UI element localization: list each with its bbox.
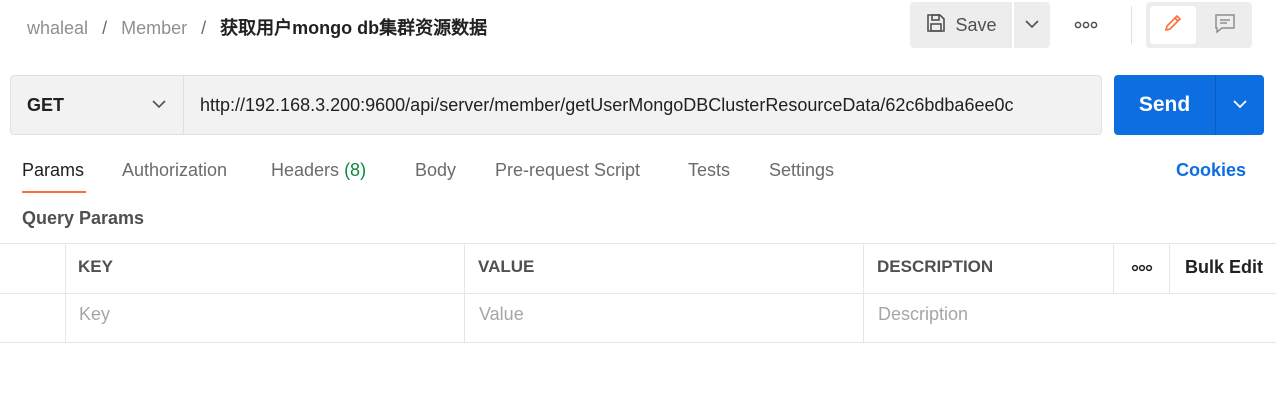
pencil-icon <box>1162 12 1184 39</box>
column-options-button[interactable] <box>1128 258 1156 278</box>
tab-body[interactable]: Body <box>415 160 456 181</box>
value-input[interactable]: Value <box>479 304 524 325</box>
bulk-edit-button[interactable]: Bulk Edit <box>1185 257 1263 278</box>
send-button[interactable]: Send <box>1114 75 1215 135</box>
breadcrumb-separator: / <box>201 18 207 38</box>
request-bar: GET http://192.168.3.200:9600/api/server… <box>10 75 1102 135</box>
column-divider <box>464 243 465 343</box>
save-icon <box>925 12 947 39</box>
description-input[interactable]: Description <box>878 304 968 325</box>
chevron-down-icon <box>151 96 167 114</box>
toolbar-divider <box>1131 6 1132 44</box>
save-label: Save <box>955 14 997 35</box>
table-row-border <box>0 342 1276 343</box>
column-header-value: VALUE <box>478 257 535 276</box>
request-name[interactable]: 获取用户mongo db集群资源数据 <box>220 18 487 38</box>
more-horizontal-icon <box>1131 259 1153 277</box>
query-params-title: Query Params <box>22 208 145 228</box>
column-header-key: KEY <box>78 257 113 276</box>
column-divider <box>1169 243 1170 293</box>
chevron-down-icon <box>1025 16 1039 34</box>
save-options-button[interactable] <box>1014 2 1050 48</box>
cookies-link[interactable]: Cookies <box>1176 160 1246 181</box>
more-actions-button[interactable] <box>1066 10 1106 40</box>
tab-headers[interactable]: Headers (8) <box>271 160 366 181</box>
column-divider <box>65 243 66 343</box>
comment-icon <box>1213 12 1237 39</box>
table-header-border <box>0 293 1276 294</box>
edit-mode-button[interactable] <box>1150 6 1196 44</box>
method-select[interactable]: GET <box>11 76 183 134</box>
comment-mode-button[interactable] <box>1202 6 1248 44</box>
send-group: Send <box>1114 75 1264 135</box>
breadcrumb-workspace[interactable]: whaleal <box>27 18 88 38</box>
method-label: GET <box>27 95 65 115</box>
send-options-button[interactable] <box>1216 75 1264 135</box>
column-divider <box>1113 243 1114 293</box>
method-divider <box>183 76 184 134</box>
view-mode-toggle <box>1146 2 1252 48</box>
table-top-border <box>0 243 1276 244</box>
tab-pre-request-script[interactable]: Pre-request Script <box>495 160 640 181</box>
headers-count: (8) <box>344 160 367 180</box>
save-group: Save <box>910 2 1050 48</box>
tab-headers-label: Headers <box>271 160 340 180</box>
tab-authorization[interactable]: Authorization <box>122 160 227 181</box>
breadcrumb-collection[interactable]: Member <box>121 18 187 38</box>
key-input[interactable]: Key <box>79 304 110 325</box>
tab-settings[interactable]: Settings <box>769 160 834 181</box>
save-button[interactable]: Save <box>910 2 1012 48</box>
column-header-description: DESCRIPTION <box>877 257 994 276</box>
more-horizontal-icon <box>1074 16 1098 34</box>
url-input[interactable]: http://192.168.3.200:9600/api/server/mem… <box>200 95 1088 116</box>
active-tab-indicator <box>22 191 86 193</box>
breadcrumb-separator: / <box>102 18 108 38</box>
tab-params[interactable]: Params <box>22 160 84 181</box>
chevron-down-icon <box>1232 96 1248 114</box>
column-divider <box>863 243 864 343</box>
tab-tests[interactable]: Tests <box>688 160 730 181</box>
